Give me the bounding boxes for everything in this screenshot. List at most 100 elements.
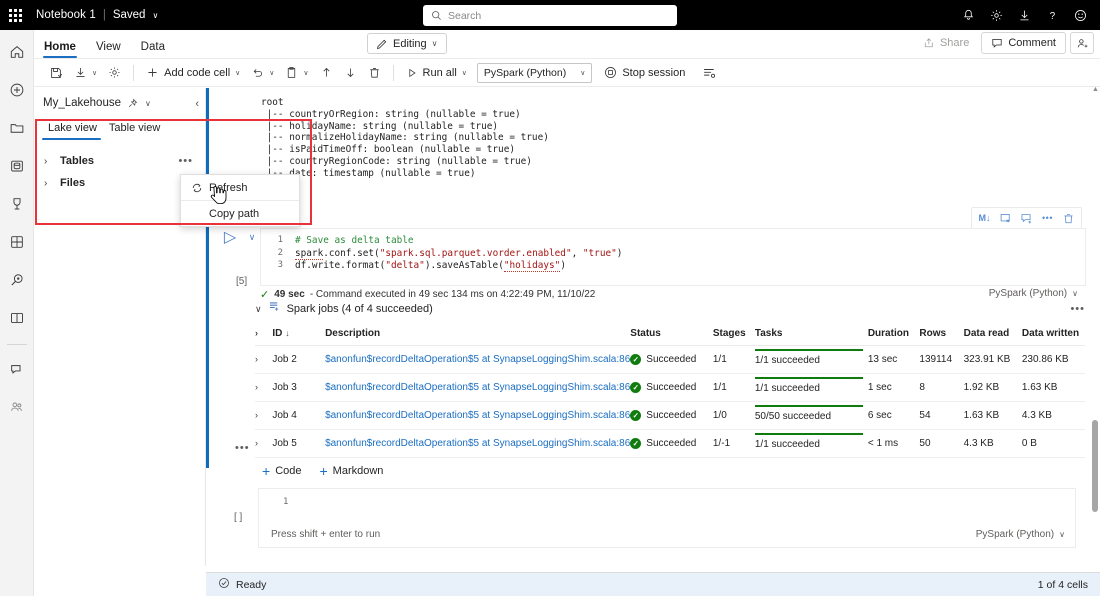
undo-caret-icon[interactable]: ∨ bbox=[269, 69, 274, 77]
add-comment-icon[interactable] bbox=[1017, 209, 1036, 227]
search-input[interactable]: Search bbox=[423, 5, 677, 26]
chevron-right-icon[interactable]: › bbox=[255, 328, 258, 338]
cell-insert-more-icon[interactable]: ••• bbox=[235, 442, 250, 454]
tables-more-options-icon[interactable]: ••• bbox=[178, 155, 193, 167]
column-status[interactable]: Status bbox=[630, 328, 713, 346]
kernel-selector[interactable]: PySpark (Python) ∨ bbox=[476, 62, 593, 83]
table-row[interactable]: › Job 3 $anonfun$recordDeltaOperation$5 … bbox=[255, 373, 1085, 402]
settings-gear-icon[interactable] bbox=[982, 0, 1010, 30]
chevron-right-icon[interactable]: › bbox=[44, 178, 58, 189]
spark-jobs-section: ∨ Spark jobs (4 of 4 succeeded) ••• › ID… bbox=[255, 300, 1085, 458]
vertical-scrollbar[interactable]: ▲ bbox=[1091, 86, 1099, 564]
chevron-down-icon[interactable]: ∨ bbox=[255, 304, 262, 315]
chevron-right-icon[interactable]: › bbox=[255, 382, 258, 392]
table-row[interactable]: › Job 2 $anonfun$recordDeltaOperation$5 … bbox=[255, 345, 1085, 374]
row-id: Job 2 bbox=[272, 345, 326, 374]
job-description-link[interactable]: $anonfun$recordDeltaOperation$5 at Synap… bbox=[325, 410, 630, 421]
column-data-written[interactable]: Data written bbox=[1021, 328, 1085, 346]
undo-button[interactable]: ∨ bbox=[246, 62, 279, 84]
job-description-link[interactable]: $anonfun$recordDeltaOperation$5 at Synap… bbox=[325, 382, 630, 393]
download-caret-icon[interactable]: ∨ bbox=[92, 69, 97, 77]
delete-cell-button[interactable] bbox=[363, 62, 386, 84]
cell-options-caret-icon[interactable]: ∨ bbox=[242, 228, 262, 246]
editing-mode-button[interactable]: Editing ∨ bbox=[367, 33, 447, 54]
add-code-cell-button[interactable]: Add code cell ∨ bbox=[141, 62, 245, 84]
chevron-right-icon[interactable]: › bbox=[255, 438, 258, 448]
empty-cell-kernel-selector[interactable]: PySpark (Python) ∨ bbox=[976, 529, 1065, 540]
job-description-link[interactable]: $anonfun$recordDeltaOperation$5 at Synap… bbox=[325, 354, 630, 365]
rail-item-learn[interactable] bbox=[3, 304, 31, 332]
table-row[interactable]: › Job 5 $anonfun$recordDeltaOperation$5 … bbox=[255, 429, 1085, 458]
delete-cell-icon[interactable] bbox=[1059, 209, 1078, 227]
comment-button[interactable]: Comment bbox=[981, 32, 1066, 54]
tab-table-view[interactable]: Table view bbox=[103, 119, 166, 140]
lakehouse-dropdown-caret-icon[interactable]: ∨ bbox=[145, 99, 151, 108]
share-people-button[interactable] bbox=[1070, 32, 1094, 54]
clipboard-caret-icon[interactable]: ∨ bbox=[303, 69, 308, 77]
move-cell-down-button[interactable] bbox=[339, 62, 362, 84]
notification-bell-icon[interactable] bbox=[954, 0, 982, 30]
tab-view[interactable]: View bbox=[86, 41, 131, 58]
context-menu-item-copy-path[interactable]: Copy path bbox=[181, 201, 299, 226]
spark-jobs-more-options-icon[interactable]: ••• bbox=[1070, 303, 1085, 315]
column-description[interactable]: Description bbox=[325, 328, 631, 346]
column-id[interactable]: ID ↓ bbox=[272, 328, 326, 346]
rail-item-home[interactable] bbox=[3, 38, 31, 66]
rail-item-apps[interactable] bbox=[3, 228, 31, 256]
feedback-smiley-icon[interactable] bbox=[1066, 0, 1094, 30]
top-navigation-bar: Notebook 1 | Saved ∨ Search ? bbox=[0, 0, 1100, 30]
scrollbar-thumb[interactable] bbox=[1092, 420, 1098, 512]
chevron-right-icon[interactable]: › bbox=[255, 410, 258, 420]
download-button[interactable]: ∨ bbox=[69, 62, 102, 84]
cell-kernel-selector[interactable]: PySpark (Python) ∨ bbox=[989, 288, 1078, 299]
column-rows[interactable]: Rows bbox=[919, 328, 964, 346]
tab-data[interactable]: Data bbox=[131, 41, 175, 58]
table-row[interactable]: › Job 4 $anonfun$recordDeltaOperation$5 … bbox=[255, 401, 1085, 430]
column-stages[interactable]: Stages bbox=[712, 328, 755, 346]
run-all-caret-icon[interactable]: ∨ bbox=[462, 69, 467, 77]
add-markdown-button[interactable]: + Markdown bbox=[319, 464, 383, 478]
job-description-link[interactable]: $anonfun$recordDeltaOperation$5 at Synap… bbox=[325, 438, 630, 449]
rail-item-data-hub[interactable] bbox=[3, 152, 31, 180]
run-cell-button[interactable]: ▷ bbox=[220, 228, 240, 246]
cell-code-editor[interactable]: 1 # Save as delta table 2 spark .conf.se… bbox=[260, 228, 1086, 286]
pin-icon[interactable] bbox=[127, 98, 138, 109]
chevron-right-icon[interactable]: › bbox=[44, 156, 58, 167]
rail-item-metrics[interactable] bbox=[3, 190, 31, 218]
add-code-button[interactable]: + Code bbox=[262, 464, 301, 478]
rail-item-deployment-pipelines[interactable] bbox=[3, 266, 31, 294]
rail-item-browse[interactable] bbox=[3, 114, 31, 142]
help-icon[interactable]: ? bbox=[1038, 0, 1066, 30]
column-data-read[interactable]: Data read bbox=[963, 328, 1022, 346]
convert-to-markdown-icon[interactable]: M↓ bbox=[975, 209, 994, 227]
app-launcher-icon[interactable] bbox=[0, 0, 30, 30]
scroll-up-icon[interactable]: ▲ bbox=[1092, 86, 1099, 93]
clear-output-icon[interactable] bbox=[996, 209, 1015, 227]
saved-dropdown-caret[interactable]: ∨ bbox=[152, 11, 158, 20]
rail-item-create[interactable] bbox=[3, 76, 31, 104]
context-menu-item-refresh[interactable]: Refresh bbox=[181, 175, 299, 200]
empty-code-cell[interactable]: 1 Press shift + enter to run PySpark (Py… bbox=[258, 488, 1076, 548]
clipboard-button[interactable]: ∨ bbox=[280, 62, 313, 84]
cell-code-lines: 1 # Save as delta table 2 spark .conf.se… bbox=[261, 229, 1085, 273]
stop-session-button[interactable]: Stop session bbox=[599, 62, 690, 84]
share-button: Share bbox=[915, 34, 977, 52]
settings-button[interactable] bbox=[103, 62, 126, 84]
collapse-pane-icon[interactable]: ‹ bbox=[195, 98, 199, 110]
row-data-written: 4.3 KB bbox=[1021, 401, 1085, 430]
add-code-cell-caret-icon[interactable]: ∨ bbox=[235, 69, 240, 77]
column-duration[interactable]: Duration bbox=[867, 328, 920, 346]
tree-node-tables[interactable]: › Tables ••• bbox=[34, 150, 205, 172]
tab-home[interactable]: Home bbox=[34, 41, 86, 58]
tab-lake-view[interactable]: Lake view bbox=[42, 119, 103, 140]
more-options-icon[interactable]: ••• bbox=[1038, 209, 1057, 227]
chevron-right-icon[interactable]: › bbox=[255, 354, 258, 364]
rail-item-workspaces[interactable] bbox=[3, 393, 31, 421]
column-tasks[interactable]: Tasks bbox=[754, 328, 868, 346]
download-icon[interactable] bbox=[1010, 0, 1038, 30]
rail-item-chat[interactable] bbox=[3, 355, 31, 383]
save-button[interactable] bbox=[44, 62, 68, 84]
move-cell-up-button[interactable] bbox=[315, 62, 338, 84]
run-all-button[interactable]: Run all ∨ bbox=[401, 62, 472, 84]
view-outline-button[interactable] bbox=[697, 62, 721, 84]
